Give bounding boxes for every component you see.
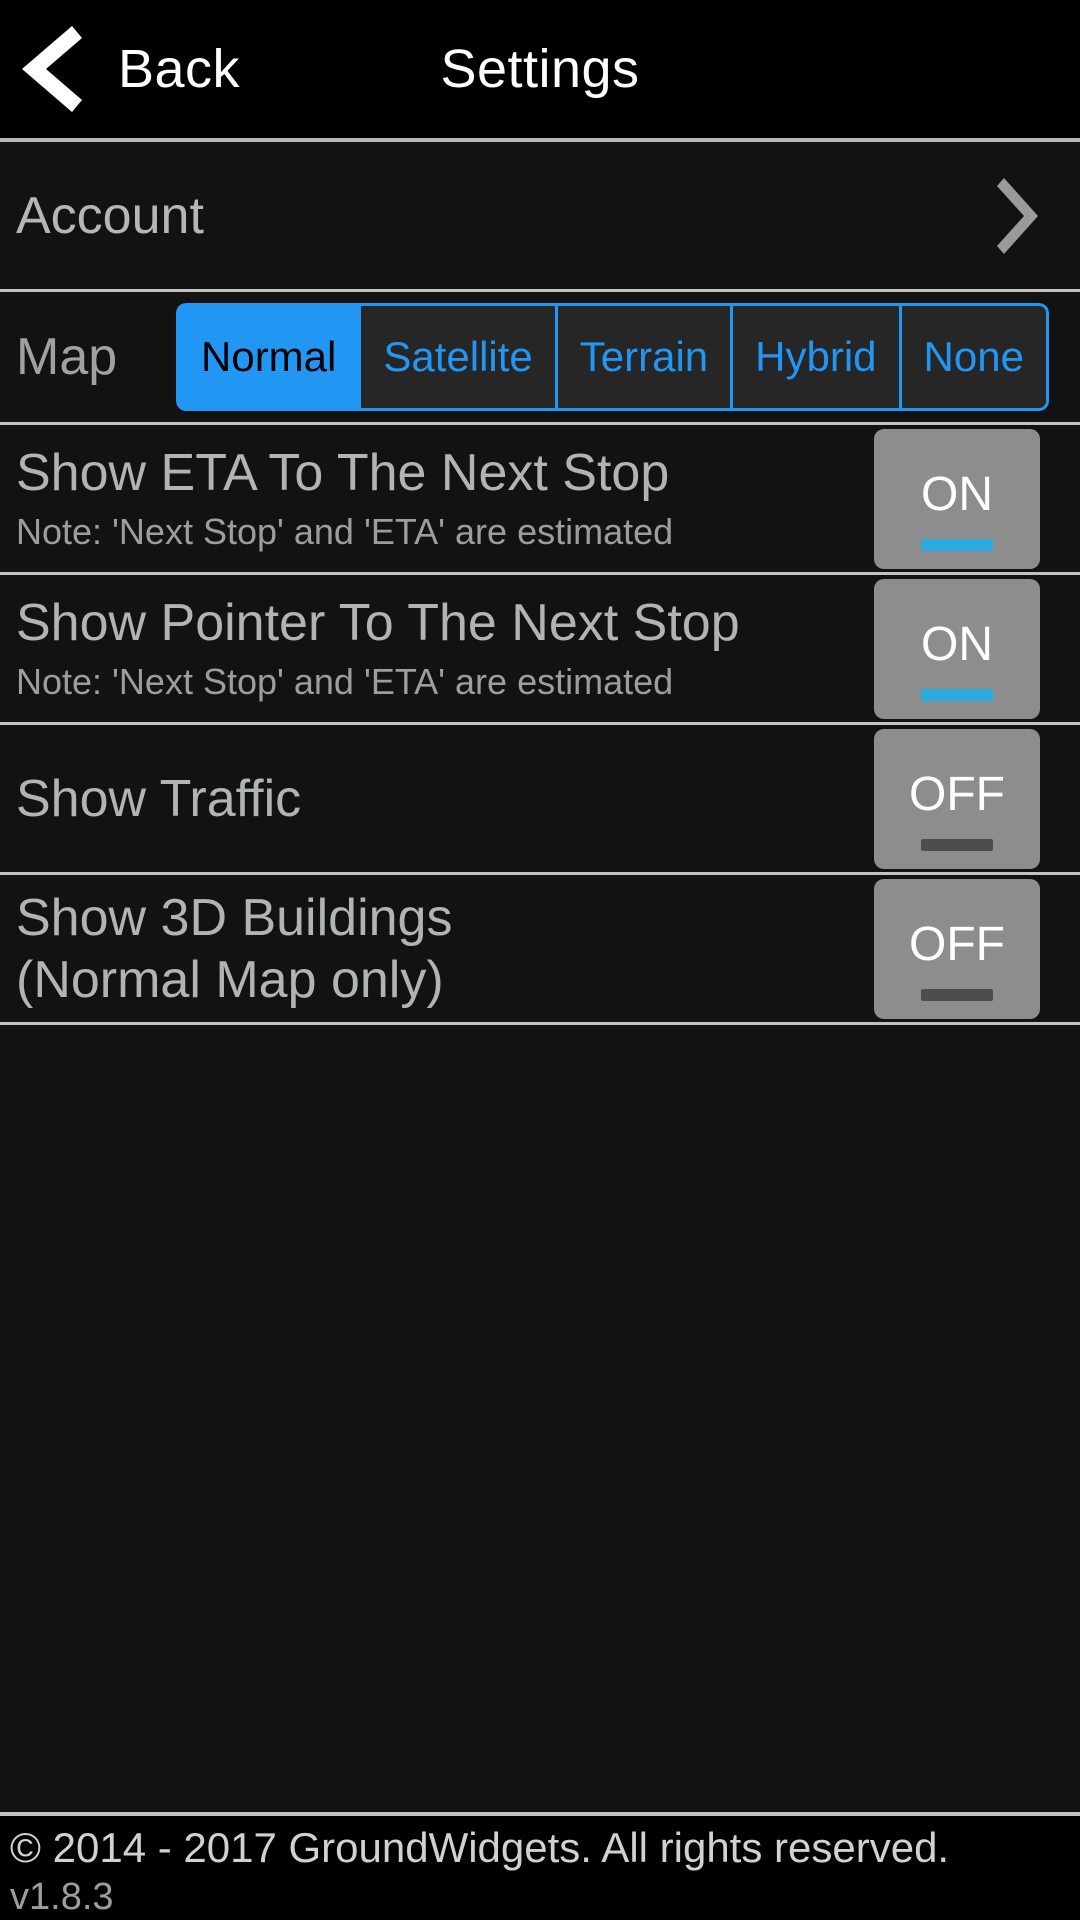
settings-row-show-3d-buildings: Show 3D Buildings (Normal Map only) OFF xyxy=(0,875,1080,1025)
settings-screen: Back Settings Account Map Normal Satelli… xyxy=(0,0,1080,1920)
show-eta-note: Note: 'Next Stop' and 'ETA' are estimate… xyxy=(16,510,674,552)
show-traffic-title: Show Traffic xyxy=(16,769,302,828)
show-eta-texts: Show ETA To The Next Stop Note: 'Next St… xyxy=(16,442,874,556)
map-type-option-none[interactable]: None xyxy=(898,303,1049,411)
show-3d-buildings-texts: Show 3D Buildings (Normal Map only) xyxy=(16,887,874,1011)
toggle-indicator-bar xyxy=(921,538,993,551)
copyright-text: © 2014 - 2017 GroundWidgets. All rights … xyxy=(10,1824,950,1871)
show-pointer-texts: Show Pointer To The Next Stop Note: 'Nex… xyxy=(16,592,874,706)
show-pointer-toggle-state: ON xyxy=(921,617,993,671)
chevron-left-icon xyxy=(22,26,82,112)
settings-list: Account Map Normal Satellite Terrain Hyb… xyxy=(0,142,1080,1812)
show-eta-toggle[interactable]: ON xyxy=(874,428,1040,569)
account-label: Account xyxy=(16,186,204,245)
chevron-right-icon xyxy=(997,177,1038,254)
settings-row-map: Map Normal Satellite Terrain Hybrid None xyxy=(0,292,1080,425)
back-label: Back xyxy=(118,39,241,99)
show-3d-buildings-toggle[interactable]: OFF xyxy=(874,878,1040,1019)
map-type-option-satellite[interactable]: Satellite xyxy=(358,303,555,411)
settings-row-show-traffic: Show Traffic OFF xyxy=(0,725,1080,875)
settings-row-show-pointer: Show Pointer To The Next Stop Note: 'Nex… xyxy=(0,575,1080,725)
show-traffic-toggle[interactable]: OFF xyxy=(874,728,1040,869)
back-button[interactable]: Back xyxy=(0,0,240,138)
show-3d-buildings-title: Show 3D Buildings xyxy=(16,888,453,947)
show-eta-toggle-state: ON xyxy=(921,467,993,521)
show-3d-buildings-toggle-state: OFF xyxy=(909,917,1005,971)
show-3d-buildings-subtitle: (Normal Map only) xyxy=(16,950,444,1009)
app-header: Back Settings xyxy=(0,0,1080,142)
show-eta-title: Show ETA To The Next Stop xyxy=(16,443,670,502)
map-type-option-terrain[interactable]: Terrain xyxy=(554,303,731,411)
map-type-option-normal[interactable]: Normal xyxy=(176,303,359,411)
toggle-indicator-bar xyxy=(921,688,993,701)
version-text: v1.8.3 xyxy=(10,1876,114,1918)
settings-row-account[interactable]: Account xyxy=(0,142,1080,292)
show-traffic-texts: Show Traffic xyxy=(16,768,874,830)
show-pointer-toggle[interactable]: ON xyxy=(874,578,1040,719)
show-pointer-note: Note: 'Next Stop' and 'ETA' are estimate… xyxy=(16,660,674,702)
settings-row-show-eta: Show ETA To The Next Stop Note: 'Next St… xyxy=(0,425,1080,575)
map-type-segmented-control[interactable]: Normal Satellite Terrain Hybrid None xyxy=(176,303,1049,411)
toggle-indicator-bar xyxy=(921,838,993,851)
toggle-indicator-bar xyxy=(921,988,993,1001)
empty-space xyxy=(0,1025,1080,1812)
show-traffic-toggle-state: OFF xyxy=(909,767,1005,821)
show-pointer-title: Show Pointer To The Next Stop xyxy=(16,593,740,652)
map-label: Map xyxy=(16,328,118,386)
app-footer: © 2014 - 2017 GroundWidgets. All rights … xyxy=(0,1812,1080,1920)
map-type-option-hybrid[interactable]: Hybrid xyxy=(730,303,899,411)
